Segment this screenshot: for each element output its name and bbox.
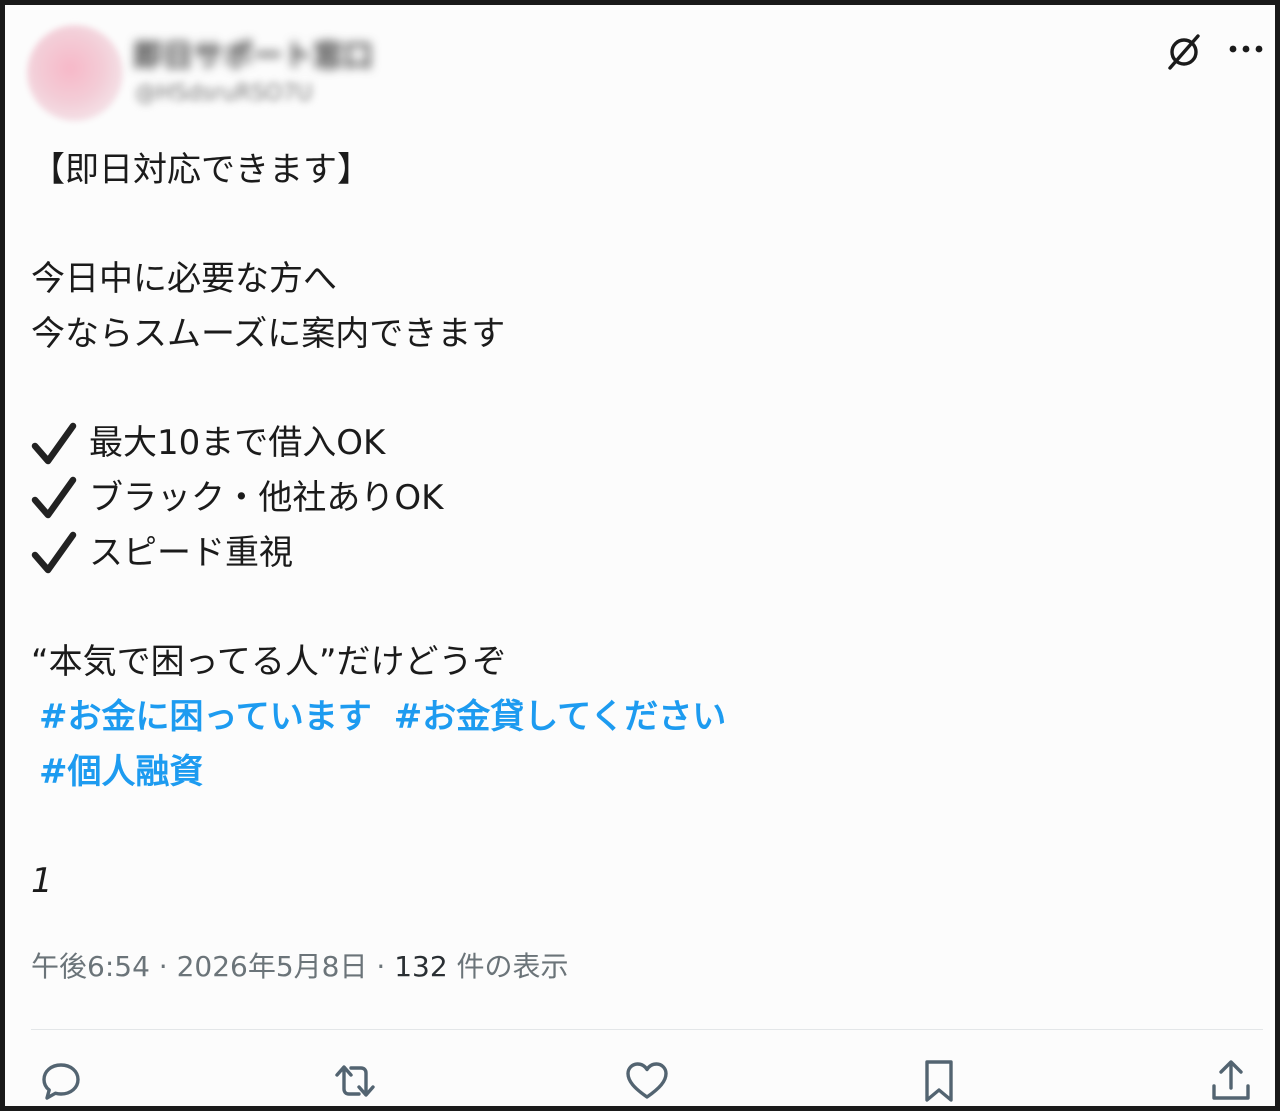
count-line: 1 [31, 860, 53, 901]
checklist-text: スピード重視 [89, 532, 293, 573]
bookmark-button[interactable] [915, 1057, 963, 1105]
post-date[interactable]: 2026年5月8日 [177, 950, 368, 983]
hashtag-link[interactable]: #お金に困っています [39, 690, 372, 745]
post-body: 【即日対応できます】 今日中に必要な方へ 今ならスムーズに案内できます 最大10… [31, 143, 748, 909]
more-button[interactable] [1223, 29, 1269, 69]
post-meta: 午後6:54 · 2026年5月8日 · 132 件の表示 [31, 945, 569, 985]
hashtag-row: #お金に困っています #お金貸してください [31, 690, 748, 745]
avatar[interactable] [27, 25, 123, 121]
divider [31, 1029, 1263, 1030]
post-title-line: 【即日対応できます】 [31, 150, 371, 190]
meta-separator: · [367, 950, 395, 983]
author-handle[interactable]: @HSdsruRSO7U [135, 81, 313, 106]
share-button[interactable] [1207, 1057, 1255, 1105]
repost-button[interactable] [331, 1057, 379, 1105]
bookmark-icon [925, 1060, 953, 1102]
checklist-item: 最大10まで借入OK [31, 416, 748, 471]
author-display-name[interactable]: 即日サポート窓口 [133, 31, 373, 75]
more-icon [1229, 45, 1263, 53]
post-frame: 即日サポート窓口 @HSdsruRSO7U 【即日対応できます】 今日中に必要な… [0, 0, 1280, 1111]
views-count: 132 [394, 950, 448, 983]
checklist-item: ブラック・他社ありOK [31, 471, 748, 526]
like-button[interactable] [623, 1057, 671, 1105]
action-bar [5, 1057, 1280, 1109]
post-time[interactable]: 午後6:54 [31, 950, 150, 983]
intro-line: 今日中に必要な方へ [31, 259, 337, 300]
checklist-item: スピード重視 [31, 526, 748, 581]
hashtag-row: #個人融資 [31, 745, 748, 800]
intro-line: 今ならスムーズに案内できます [31, 314, 506, 355]
grok-icon [1168, 34, 1200, 70]
reply-button[interactable] [37, 1057, 85, 1105]
grok-button[interactable] [1161, 29, 1207, 75]
views-label: 件の表示 [447, 950, 569, 983]
checklist-text: 最大10まで借入OK [89, 423, 386, 464]
check-icon [31, 416, 81, 471]
check-icon [31, 471, 81, 526]
repost-icon [335, 1065, 375, 1097]
hashtag-link[interactable]: #お金貸してください [394, 690, 726, 745]
reply-icon [42, 1063, 80, 1100]
closing-line: “本気で困ってる人”だけどうぞ [31, 642, 507, 683]
share-icon [1212, 1060, 1250, 1100]
hashtag-link[interactable]: #個人融資 [39, 745, 204, 800]
checklist-text: ブラック・他社ありOK [89, 478, 444, 519]
like-icon [626, 1062, 668, 1099]
meta-separator: · [149, 950, 177, 983]
check-icon [31, 526, 81, 581]
